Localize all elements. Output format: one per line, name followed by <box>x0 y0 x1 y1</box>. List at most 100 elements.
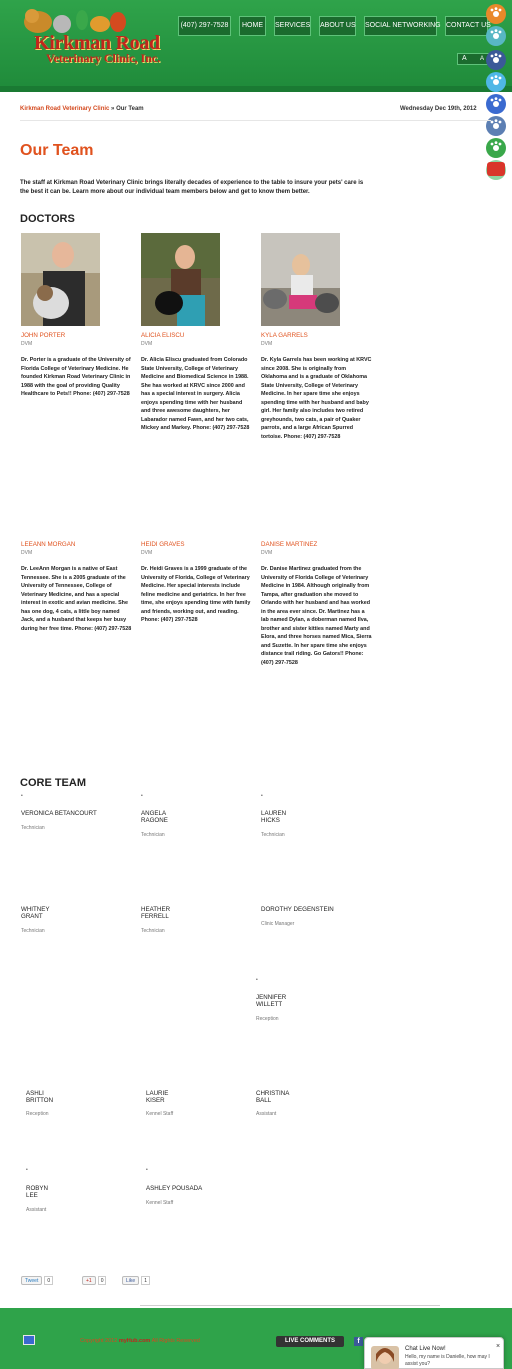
team-photo-placeholder: • <box>146 1167 148 1173</box>
gplus-widget: +1 0 <box>82 1276 107 1285</box>
doctors-heading: DOCTORS <box>20 213 75 225</box>
nav-services[interactable]: SERVICES <box>274 16 311 36</box>
google-icon[interactable] <box>486 138 506 158</box>
tweet-count: 0 <box>44 1276 54 1285</box>
team-member-role: Kennel Staff <box>146 1200 174 1206</box>
live-comments-button[interactable]: LIVE COMMENTS <box>276 1336 344 1347</box>
doctor-bio: Dr. Kyla Garrels has been working at KRV… <box>261 357 372 440</box>
team-member-name[interactable]: ASHLEY POUSADA <box>146 1185 202 1192</box>
doctor-role: DVM <box>21 341 33 347</box>
team-photo-placeholder: • <box>21 793 23 799</box>
doctor-name[interactable]: JOHN PORTER <box>21 332 65 339</box>
doctor-name[interactable]: ALICIA ELISCU <box>141 332 184 339</box>
intro-text: The staff at Kirkman Road Veterinary Cli… <box>20 180 364 195</box>
copyright-brand-link[interactable]: myHub.com <box>119 1338 150 1344</box>
team-member-role: Assistant <box>26 1207 47 1213</box>
chat-message: Hello, my name is Danielle, how may I as… <box>405 1354 490 1367</box>
site-logo[interactable]: Kirkman Road Veterinary Clinic, Inc. <box>20 4 180 70</box>
doctor-photo-john-porter <box>21 233 100 326</box>
gplus-button[interactable]: +1 <box>82 1276 96 1285</box>
like-button[interactable]: Like <box>122 1276 140 1285</box>
team-member-role: Technician <box>141 832 165 838</box>
doctor-bio: Dr. Alicia Eliscu graduated from Colorad… <box>141 357 250 431</box>
doctor-name[interactable]: LEEANN MORGAN <box>21 541 75 548</box>
doctor-name[interactable]: HEIDI GRAVES <box>141 541 185 548</box>
team-member-name[interactable]: CHRISTINA BALL <box>256 1090 289 1104</box>
team-photo-placeholder: • <box>141 793 143 799</box>
team-photo-placeholder: • <box>261 793 263 799</box>
tweet-widget: Tweet 0 <box>21 1276 54 1285</box>
page-title: Our Team <box>20 142 94 159</box>
team-member-name[interactable]: WHITNEY GRANT <box>21 906 50 920</box>
breadcrumb-current: Our Team <box>116 106 144 112</box>
team-member-role: Reception <box>256 1016 279 1022</box>
facebook-icon[interactable]: f <box>354 1337 363 1346</box>
team-member-role: Kennel Staff <box>146 1111 174 1117</box>
doctor-photo-kyla-garrels <box>261 233 340 326</box>
team-member-name[interactable]: HEATHER FERRELL <box>141 906 170 920</box>
doctor-name[interactable]: KYLA GARRELS <box>261 332 308 339</box>
tweet-button[interactable]: Tweet <box>21 1276 43 1285</box>
divider <box>140 1305 440 1306</box>
team-photo-placeholder: • <box>256 977 258 983</box>
digg-icon[interactable] <box>486 116 506 136</box>
font-increase-button[interactable]: A <box>462 54 467 64</box>
breadcrumb: Kirkman Road Veterinary Clinic » Our Tea… <box>20 106 144 112</box>
team-photo-placeholder: • <box>26 1167 28 1173</box>
team-member-name[interactable]: LAURIE KISER <box>146 1090 168 1104</box>
team-member-role: Technician <box>21 928 45 934</box>
doctor-bio: Dr. Porter is a graduate of the Universi… <box>21 357 131 397</box>
copyright-suffix: All Rights Reserved <box>151 1338 200 1344</box>
copyright-prefix: Copyright 2012 <box>80 1338 118 1344</box>
team-member-name[interactable]: ROBYN LEE <box>26 1185 48 1199</box>
live-chat-widget[interactable]: Chat Live Now! Hello, my name is Daniell… <box>364 1337 504 1369</box>
team-member-name[interactable]: VERONICA BETANCOURT <box>21 810 97 817</box>
like-widget: Like 1 <box>122 1276 150 1285</box>
current-date: Wednesday Dec 19th, 2012 <box>400 106 477 112</box>
doctor-role: DVM <box>261 341 273 347</box>
site-header: Kirkman Road Veterinary Clinic, Inc. (40… <box>0 0 512 92</box>
delicious-icon[interactable] <box>486 94 506 114</box>
facebook-icon[interactable] <box>486 50 506 70</box>
doctor-role: DVM <box>141 550 153 556</box>
nav-home[interactable]: HOME <box>239 16 266 36</box>
doctor-bio: Dr. Heidi Graves is a 1999 graduate of t… <box>141 566 251 623</box>
team-member-role: Clinic Manager <box>261 921 295 927</box>
badge-icon[interactable] <box>23 1335 35 1345</box>
divider <box>20 120 491 121</box>
breadcrumb-separator: » <box>111 106 115 112</box>
team-member-role: Reception <box>26 1111 49 1117</box>
doctor-bio: Dr. Danise Martinez graduated from the U… <box>261 566 372 666</box>
team-member-role: Assistant <box>256 1111 277 1117</box>
nav-social-networking[interactable]: SOCIAL NETWORKING <box>364 16 441 36</box>
team-member-name[interactable]: ASHLI BRITTON <box>26 1090 53 1104</box>
team-member-role: Technician <box>21 825 45 831</box>
breadcrumb-home-link[interactable]: Kirkman Road Veterinary Clinic <box>20 106 109 112</box>
chat-agent-avatar <box>371 1346 399 1369</box>
team-member-name[interactable]: JENNIFER WILLETT <box>256 994 286 1008</box>
doctor-name[interactable]: DANISE MARTINEZ <box>261 541 317 548</box>
chat-close-icon[interactable]: × <box>496 1343 500 1350</box>
team-member-name[interactable]: DOROTHY DEGENSTEIN <box>261 906 334 913</box>
team-member-name[interactable]: ANGELA RAGONE <box>141 810 168 824</box>
stumbleupon-icon[interactable] <box>486 26 506 46</box>
youtube-icon[interactable] <box>487 162 505 176</box>
twitter-icon[interactable] <box>486 72 506 92</box>
doctor-role: DVM <box>261 550 273 556</box>
doctor-bio: Dr. LeeAnn Morgan is a native of East Te… <box>21 566 132 632</box>
nav-contact-us[interactable]: CONTACT US <box>445 16 491 36</box>
team-member-role: Technician <box>141 928 165 934</box>
doctor-role: DVM <box>141 341 153 347</box>
nav-about-us[interactable]: ABOUT US <box>319 16 356 36</box>
gplus-count: 0 <box>97 1276 107 1285</box>
copyright: Copyright 2012 myHub.com All Rights Rese… <box>80 1338 200 1344</box>
core-team-heading: CORE TEAM <box>20 777 86 789</box>
font-decrease-button[interactable]: A <box>480 54 484 64</box>
header-stripe <box>0 86 512 92</box>
rss-icon[interactable] <box>486 4 506 24</box>
team-member-name[interactable]: LAUREN HICKS <box>261 810 286 824</box>
nav-phone[interactable]: (407) 297-7528 <box>178 16 231 36</box>
doctor-photo-alicia-eliscu <box>141 233 220 326</box>
logo-subtitle: Veterinary Clinic, Inc. <box>46 51 161 65</box>
team-member-role: Technician <box>261 832 285 838</box>
